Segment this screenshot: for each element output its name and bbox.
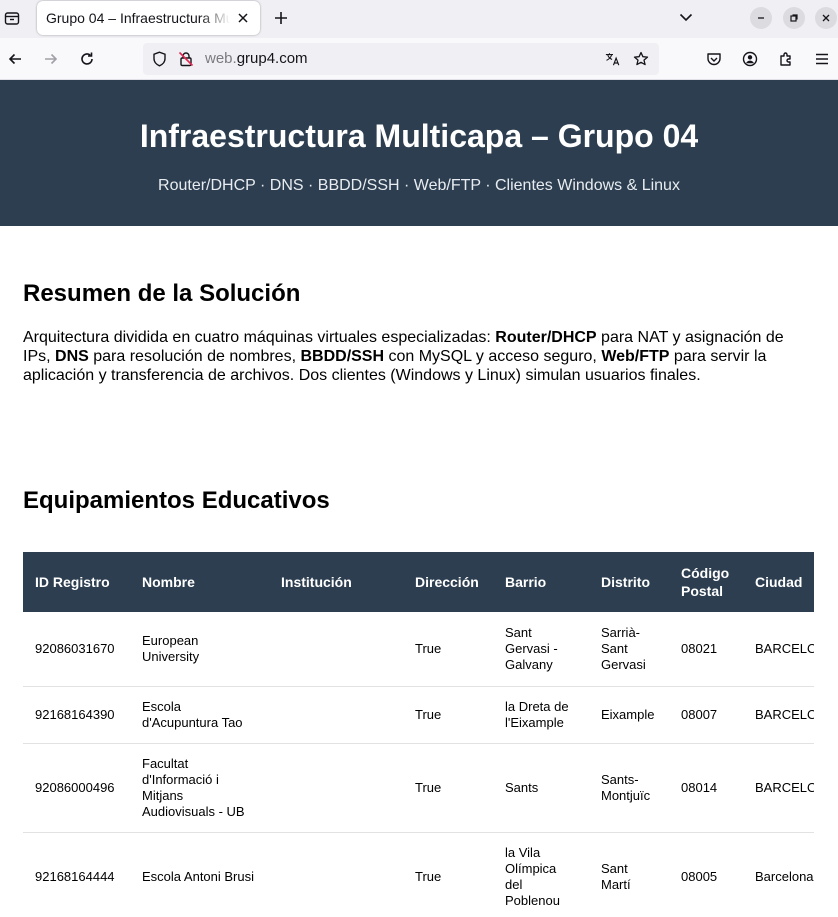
hamburger-menu-icon[interactable] <box>812 49 832 69</box>
cell-id: 92086000496 <box>23 743 130 833</box>
summary-section: Resumen de la Solución Arquitectura divi… <box>0 280 838 917</box>
cell-codigo-postal: 08014 <box>669 743 743 833</box>
address-bar[interactable]: web.grup4.com <box>143 43 659 75</box>
bookmark-star-icon[interactable] <box>633 51 649 67</box>
account-icon[interactable] <box>740 49 760 69</box>
cell-nombre: Escola d'Acupuntura Tao <box>130 686 269 744</box>
restore-icon[interactable] <box>783 7 805 29</box>
cell-id: 92168164444 <box>23 832 130 917</box>
cell-institucion <box>269 686 403 744</box>
summary-text: con MySQL y acceso seguro, <box>384 348 602 365</box>
summary-paragraph: Arquitectura dividida en cuatro máquinas… <box>23 328 803 385</box>
cell-institucion <box>269 832 403 917</box>
new-tab-plus-icon[interactable] <box>270 7 292 29</box>
cell-distrito: Sants-Montjuïc <box>589 743 669 833</box>
column-header: Nombre <box>130 552 269 612</box>
close-window-icon[interactable] <box>815 7 837 29</box>
extensions-icon[interactable] <box>776 49 796 69</box>
cell-ciudad: BARCELONA <box>743 743 814 833</box>
cell-ciudad: BARCELONA <box>743 612 814 687</box>
cell-barrio: la Dreta de l'Eixample <box>493 686 589 744</box>
column-header: Código Postal <box>669 552 743 612</box>
cell-ciudad: BARCELONA <box>743 686 814 744</box>
cell-direccion: True <box>403 612 493 687</box>
cell-direccion: True <box>403 743 493 833</box>
pocket-icon[interactable] <box>704 49 724 69</box>
cell-institucion <box>269 612 403 687</box>
cell-direccion: True <box>403 832 493 917</box>
table-header-row: ID Registro Nombre Institución Dirección… <box>23 552 814 612</box>
column-header: Ciudad <box>743 552 814 612</box>
summary-bold-router: Router/DHCP <box>495 329 597 346</box>
url-text[interactable]: web.grup4.com <box>205 50 308 68</box>
page-header: Infraestructura Multicapa – Grupo 04 Rou… <box>0 80 838 226</box>
navigation-toolbar: web.grup4.com <box>0 38 838 80</box>
equipamientos-table: ID Registro Nombre Institución Dirección… <box>23 552 814 917</box>
url-domain: grup4.com <box>236 50 308 67</box>
summary-text: para resolución de nombres, <box>88 348 301 365</box>
table-row: 92086000496 Facultat d'Informació i Mitj… <box>23 743 814 833</box>
cell-distrito: Sant Martí <box>589 832 669 917</box>
close-tab-icon[interactable] <box>233 8 253 28</box>
cell-barrio: Sants <box>493 743 589 833</box>
active-tab[interactable]: Grupo 04 – Infraestructura Multicapa <box>37 1 260 35</box>
summary-bold-web: Web/FTP <box>601 348 670 365</box>
cell-codigo-postal: 08007 <box>669 686 743 744</box>
cell-id: 92086031670 <box>23 612 130 687</box>
column-header: Barrio <box>493 552 589 612</box>
cell-ciudad: Barcelona <box>743 832 814 917</box>
table-row: 92168164444 Escola Antoni Brusi True la … <box>23 832 814 917</box>
column-header: Dirección <box>403 552 493 612</box>
back-arrow-icon[interactable] <box>5 49 25 69</box>
cell-direccion: True <box>403 686 493 744</box>
summary-bold-dns: DNS <box>55 348 89 365</box>
summary-text: Arquitectura dividida en cuatro máquinas… <box>23 329 496 346</box>
cell-barrio: Sant Gervasi - Galvany <box>493 612 589 687</box>
cell-codigo-postal: 08005 <box>669 832 743 917</box>
insecure-lock-icon[interactable] <box>178 51 194 67</box>
table-row: 92168164390 Escola d'Acupuntura Tao True… <box>23 686 814 744</box>
minimize-icon[interactable] <box>750 7 772 29</box>
tab-strip: Grupo 04 – Infraestructura Multicapa <box>0 0 838 38</box>
cell-institucion <box>269 743 403 833</box>
summary-bold-bbdd: BBDD/SSH <box>300 348 385 365</box>
equipamientos-table-wrapper: ID Registro Nombre Institución Dirección… <box>23 552 814 917</box>
page-viewport: Infraestructura Multicapa – Grupo 04 Rou… <box>0 80 838 917</box>
column-header: Institución <box>269 552 403 612</box>
summary-heading: Resumen de la Solución <box>23 280 301 307</box>
cell-nombre: Escola Antoni Brusi <box>130 832 269 917</box>
cell-codigo-postal: 08021 <box>669 612 743 687</box>
cell-distrito: Sarrià-Sant Gervasi <box>589 612 669 687</box>
tab-title: Grupo 04 – Infraestructura Multicapa <box>46 10 230 26</box>
column-header: ID Registro <box>23 552 130 612</box>
equipamientos-heading: Equipamientos Educativos <box>23 487 330 514</box>
translate-icon[interactable] <box>605 51 621 67</box>
firefox-view-icon[interactable] <box>0 4 24 32</box>
page-title: Infraestructura Multicapa – Grupo 04 <box>139 118 699 154</box>
shield-icon[interactable] <box>151 51 167 67</box>
column-header: Distrito <box>589 552 669 612</box>
page-subtitle: Router/DHCP · DNS · BBDD/SSH · Web/FTP ·… <box>158 177 680 194</box>
chevron-down-icon[interactable] <box>676 7 696 27</box>
cell-barrio: la Vila Olímpica del Poblenou <box>493 832 589 917</box>
table-row: 92086031670 European University True San… <box>23 612 814 687</box>
url-prefix: web. <box>205 50 237 67</box>
forward-arrow-icon[interactable] <box>41 49 61 69</box>
reload-icon[interactable] <box>77 49 97 69</box>
cell-nombre: European University <box>130 612 269 687</box>
cell-id: 92168164390 <box>23 686 130 744</box>
cell-nombre: Facultat d'Informació i Mitjans Audiovis… <box>130 743 269 833</box>
cell-distrito: Eixample <box>589 686 669 744</box>
